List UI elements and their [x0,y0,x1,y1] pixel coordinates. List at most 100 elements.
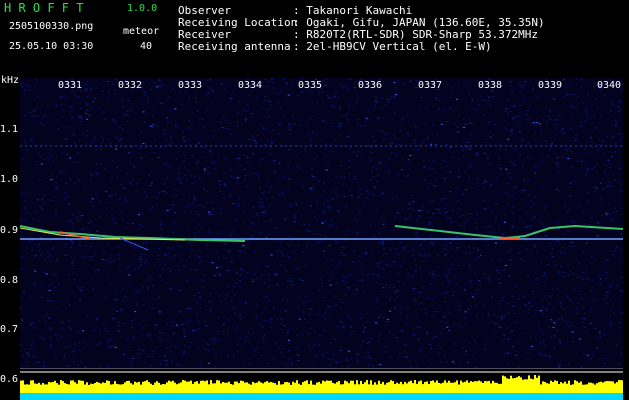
noise-speck [30,324,33,326]
noise-speck [130,183,133,185]
level-bar [162,384,164,393]
noise-speck [123,146,126,148]
noise-speck [23,292,26,294]
noise-speck [541,159,544,161]
noise-speck [246,110,249,112]
noise-speck [486,157,489,159]
noise-speck [430,283,433,285]
noise-speck [622,258,623,260]
noise-speck [257,177,260,179]
noise-speck [435,178,438,180]
noise-speck [620,248,623,250]
noise-speck [264,320,267,321]
level-bar [520,377,522,393]
noise-speck [524,304,527,306]
noise-speck [188,269,191,270]
noise-speck [476,153,479,155]
noise-speck [607,159,610,161]
noise-speck [475,152,478,154]
level-bar-base [602,393,604,400]
noise-speck [455,108,457,110]
level-bar-base [484,393,486,400]
level-bar [398,383,400,393]
noise-speck [553,335,556,337]
meteor-count-value: 40 [140,41,153,52]
level-bar-base [436,393,438,400]
noise-speck [126,338,129,340]
noise-speck [103,252,106,254]
noise-speck [188,97,191,99]
noise-speck [488,121,490,123]
noise-speck [590,217,593,219]
noise-speck [327,161,330,163]
noise-speck [377,275,380,277]
noise-speck [34,116,36,117]
noise-speck [583,120,586,122]
level-bar [310,380,312,393]
noise-speck [560,306,563,308]
level-bar [198,383,200,393]
noise-speck [581,251,584,253]
noise-speck [216,267,219,269]
noise-speck [63,192,66,193]
noise-speck [103,322,106,324]
noise-speck [253,273,255,275]
noise-speck [462,150,465,152]
noise-speck [441,198,444,200]
noise-speck [391,197,394,199]
noise-speck [265,237,268,239]
noise-speck [556,329,558,331]
level-bar-base [500,393,502,400]
noise-speck [374,100,377,102]
noise-speck [428,254,430,256]
level-bar [350,380,352,393]
noise-speck [137,356,140,358]
level-bar [280,384,282,393]
noise-speck [152,350,155,352]
noise-speck [402,247,405,249]
noise-speck [287,358,290,360]
noise-speck [502,334,505,336]
noise-speck [622,209,623,211]
level-bar [230,384,232,393]
noise-speck [419,267,422,269]
noise-speck [159,332,161,334]
noise-speck [115,148,118,150]
noise-speck [421,142,424,143]
noise-speck [293,221,296,223]
info-label-antenna: Receiving antenna [178,40,291,53]
level-bar-base [552,393,554,400]
noise-speck [557,171,560,173]
level-bar-base [568,393,570,400]
level-bar [392,381,394,393]
level-bar [512,378,514,393]
noise-speck [444,244,447,246]
noise-speck [89,245,92,247]
level-bar [120,384,122,393]
noise-speck [153,151,156,153]
noise-speck [48,255,51,257]
level-bar [272,382,274,393]
noise-speck [264,334,266,336]
noise-speck [75,97,78,98]
level-bar [174,382,176,393]
level-bar [548,383,550,393]
noise-speck [113,218,116,220]
noise-speck [92,204,94,206]
noise-speck [325,169,328,171]
noise-speck [239,250,242,252]
noise-speck [54,106,57,107]
level-bar [496,382,498,393]
level-bar-base [498,393,500,400]
noise-speck [288,257,291,259]
noise-speck [530,206,533,208]
noise-speck [493,124,496,126]
level-bar [514,378,516,393]
image-filename: 2505100330.png [9,21,94,32]
noise-speck [150,339,153,341]
noise-speck [376,282,379,284]
noise-speck [34,270,37,272]
noise-speck [383,227,386,229]
noise-speck [500,317,503,319]
level-bar-base [598,393,600,400]
